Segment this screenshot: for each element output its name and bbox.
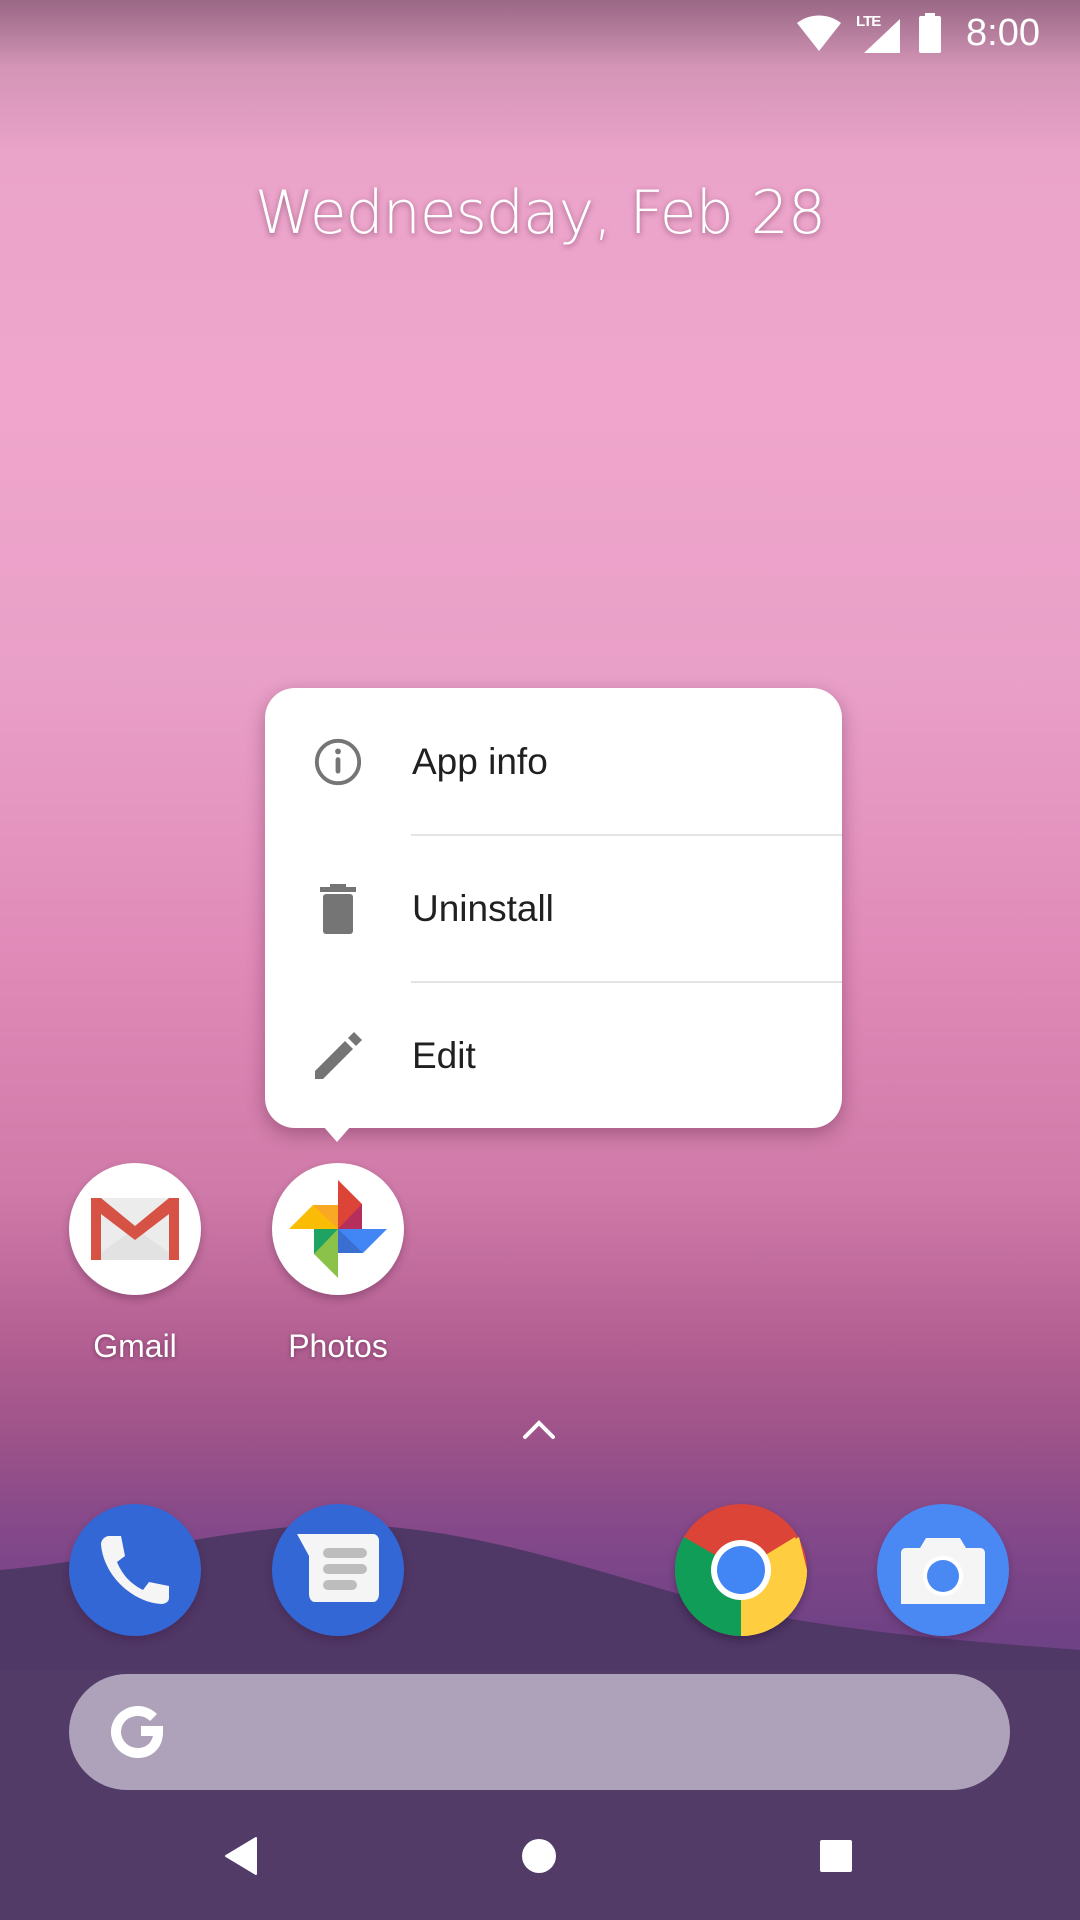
camera-icon [901, 1538, 985, 1604]
menu-pointer [323, 1126, 351, 1142]
app-photos[interactable] [272, 1163, 404, 1295]
menu-item-label: Uninstall [412, 887, 554, 929]
menu-item-app-info[interactable]: App info [265, 688, 842, 835]
dock-messages[interactable] [272, 1504, 404, 1636]
chrome-icon [675, 1504, 807, 1636]
nav-back-button[interactable] [216, 1831, 266, 1881]
status-time: 8:00 [966, 11, 1040, 54]
app-gmail[interactable] [69, 1163, 201, 1295]
app-shortcut-menu: App info Uninstall Edit [265, 688, 842, 1128]
trash-icon [313, 883, 363, 934]
battery-icon [919, 13, 942, 53]
dock-chrome[interactable] [675, 1504, 807, 1636]
back-icon [225, 1837, 257, 1875]
lte-signal-icon: LTE [856, 13, 904, 53]
menu-item-edit[interactable]: Edit [265, 982, 842, 1129]
menu-item-uninstall[interactable]: Uninstall [265, 835, 842, 982]
google-g-icon [111, 1706, 163, 1758]
app-label-photos: Photos [288, 1328, 388, 1364]
menu-item-label: Edit [412, 1034, 476, 1076]
messages-icon [297, 1534, 379, 1602]
menu-item-label: App info [412, 740, 548, 782]
dock-phone[interactable] [69, 1504, 201, 1636]
status-bar: LTE 8:00 [0, 0, 1080, 66]
info-icon [313, 737, 363, 787]
app-label-gmail: Gmail [93, 1328, 177, 1364]
nav-home-button[interactable] [514, 1831, 564, 1881]
nav-recents-button[interactable] [811, 1831, 861, 1881]
google-search-bar[interactable] [69, 1674, 1010, 1790]
app-drawer-chevron-icon[interactable] [521, 1415, 557, 1443]
photos-icon [289, 1180, 387, 1278]
gmail-icon [91, 1198, 179, 1260]
home-icon [522, 1839, 556, 1873]
pencil-icon [313, 1031, 363, 1081]
date-widget[interactable]: Wednesday, Feb 28 [0, 178, 1080, 248]
phone-icon [101, 1536, 169, 1604]
recents-icon [820, 1840, 852, 1872]
wifi-icon [797, 15, 842, 51]
dock-camera[interactable] [877, 1504, 1009, 1636]
